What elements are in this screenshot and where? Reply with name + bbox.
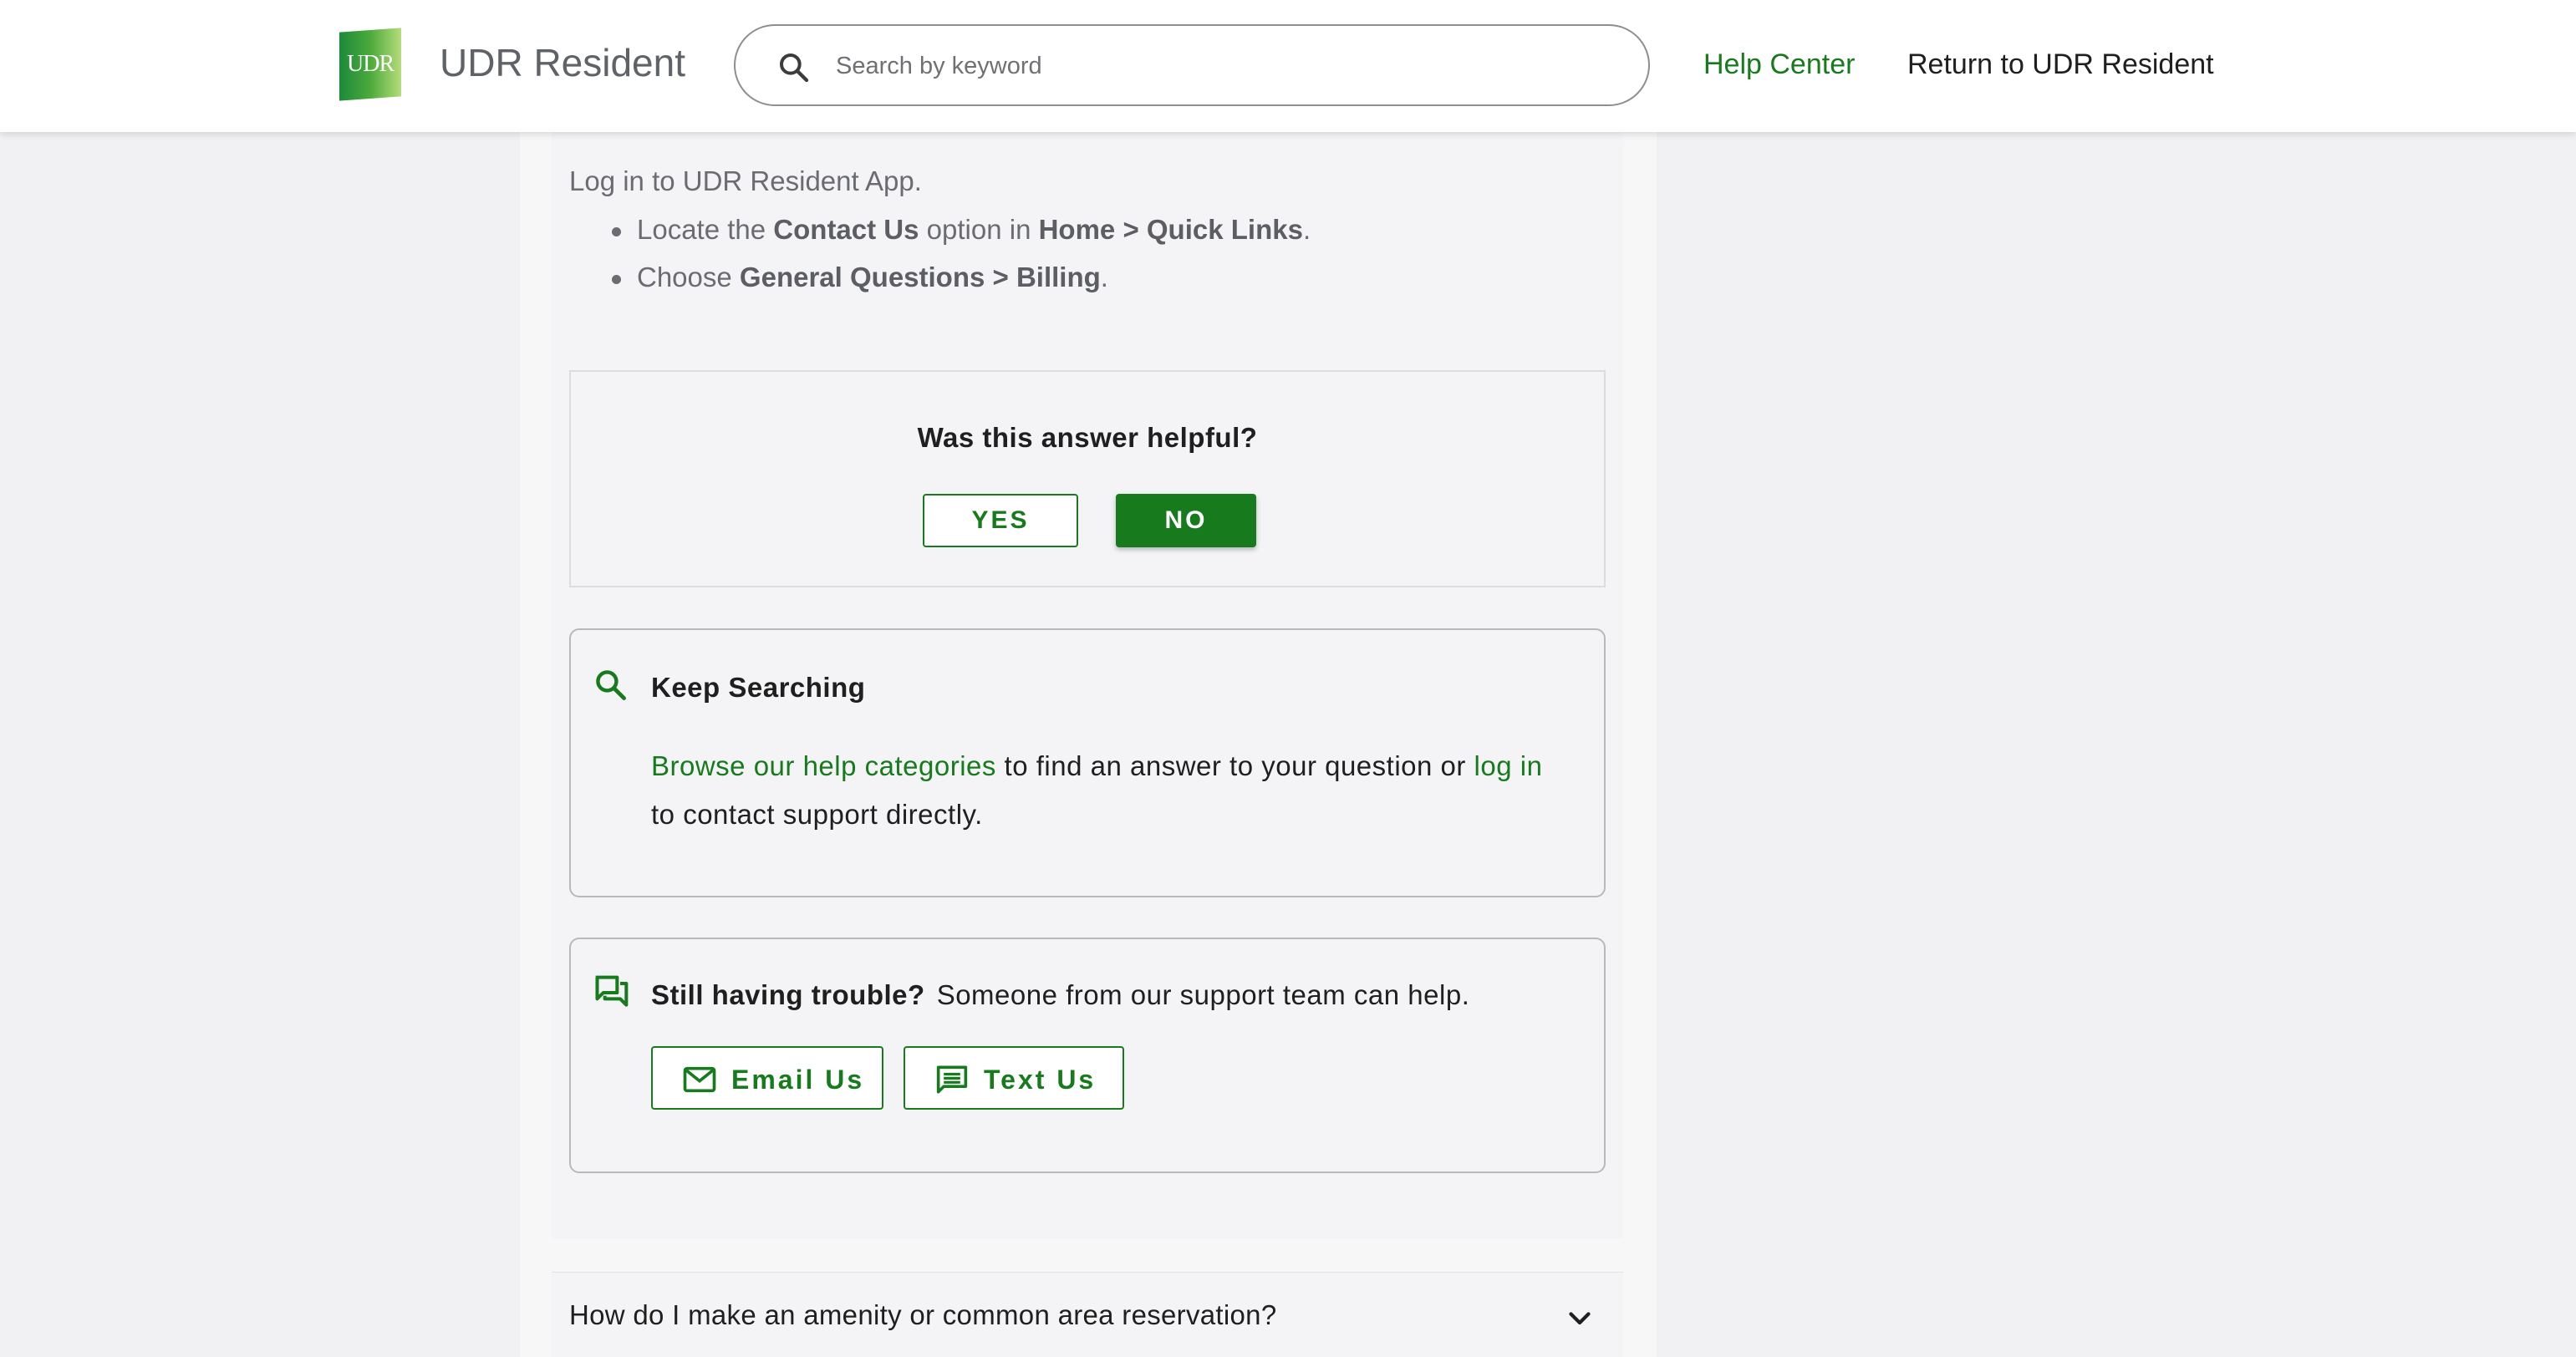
article-steps: Locate the Contact Us option in Home > Q…	[610, 214, 1311, 309]
search-icon	[780, 53, 809, 83]
sms-icon	[936, 1065, 968, 1094]
support-card: Still having trouble? Someone from our su…	[569, 938, 1606, 1173]
brand-name[interactable]: UDR Resident	[440, 40, 685, 85]
chevron-down-icon	[1569, 1312, 1591, 1325]
log-in-link[interactable]: log in	[1474, 750, 1543, 781]
faq-accordion-item[interactable]: How do I make an amenity or common area …	[552, 1272, 1623, 1357]
faq-question: How do I make an amenity or common area …	[569, 1299, 1277, 1330]
search-bar[interactable]	[734, 24, 1650, 106]
search-input[interactable]	[836, 43, 1605, 89]
site-header: UDR UDR Resident Help Center Return to U…	[0, 0, 2576, 132]
feedback-box: Was this answer helpful? YES NO	[569, 370, 1606, 587]
nav-return-to-udr-resident[interactable]: Return to UDR Resident	[1907, 48, 2214, 81]
mail-icon	[683, 1066, 716, 1093]
article-intro: Log in to UDR Resident App.	[569, 165, 922, 196]
nav-help-center[interactable]: Help Center	[1703, 48, 1855, 81]
feedback-question: Was this answer helpful?	[917, 422, 1258, 453]
support-text: Still having trouble? Someone from our su…	[651, 979, 1470, 1010]
list-item: Locate the Contact Us option in Home > Q…	[610, 214, 1311, 262]
list-item: Choose General Questions > Billing.	[610, 262, 1311, 309]
text-us-button[interactable]: Text Us	[904, 1046, 1124, 1110]
no-button[interactable]: NO	[1116, 494, 1256, 547]
udr-logo[interactable]: UDR	[339, 28, 401, 101]
yes-button[interactable]: YES	[923, 494, 1078, 547]
email-us-button[interactable]: Email Us	[651, 1046, 883, 1110]
keep-searching-title: Keep Searching	[651, 672, 866, 703]
keep-searching-card: Keep Searching Browse our help categorie…	[569, 628, 1606, 897]
logo-text: UDR	[346, 51, 395, 77]
chat-bubbles-icon	[595, 975, 629, 1007]
browse-help-categories-link[interactable]: Browse our help categories	[651, 750, 996, 781]
keep-searching-text: Browse our help categories to find an an…	[651, 750, 1543, 830]
search-icon	[596, 670, 626, 700]
